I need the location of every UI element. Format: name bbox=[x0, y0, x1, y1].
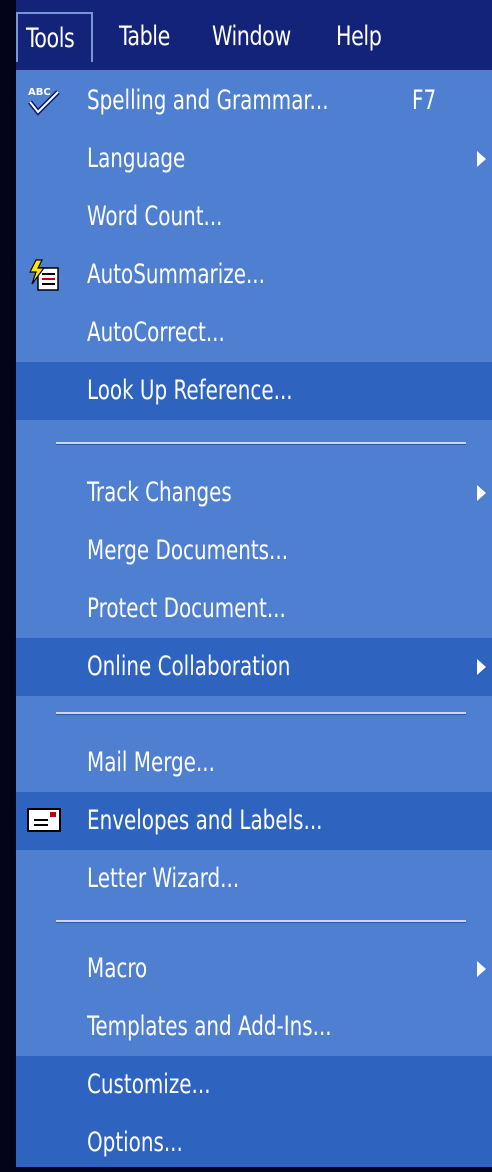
menu-separator bbox=[56, 712, 466, 715]
menu-tools[interactable]: Tools bbox=[16, 12, 93, 62]
left-window-edge bbox=[0, 0, 16, 1167]
envelope-icon bbox=[27, 808, 61, 832]
tools-dropdown-menu: ABC Spelling and Grammar... F7 Language … bbox=[16, 70, 492, 1167]
menu-item-merge-documents[interactable]: Merge Documents... bbox=[16, 522, 492, 580]
menu-item-label: AutoCorrect... bbox=[87, 317, 225, 348]
menu-item-language[interactable]: Language bbox=[16, 130, 492, 188]
submenu-arrow-icon bbox=[477, 151, 486, 167]
menu-item-word-count[interactable]: Word Count... bbox=[16, 188, 492, 246]
menu-item-label: Customize... bbox=[87, 1069, 211, 1100]
menu-item-label: Options... bbox=[87, 1127, 183, 1158]
menu-item-label: Language bbox=[87, 143, 186, 174]
menu-item-label: Merge Documents... bbox=[87, 535, 289, 566]
menu-item-label: Letter Wizard... bbox=[87, 863, 240, 894]
autosummarize-icon bbox=[29, 259, 59, 291]
menu-table[interactable]: Table bbox=[119, 12, 170, 62]
menu-item-online-collaboration[interactable]: Online Collaboration bbox=[16, 638, 492, 696]
menu-item-options[interactable]: Options... bbox=[16, 1114, 492, 1167]
menu-window[interactable]: Window bbox=[212, 12, 291, 62]
menu-item-templates-and-add-ins[interactable]: Templates and Add-Ins... bbox=[16, 998, 492, 1056]
menu-item-label: Online Collaboration bbox=[87, 651, 291, 682]
menu-item-envelopes-and-labels[interactable]: Envelopes and Labels... bbox=[16, 792, 492, 850]
menu-bar: Tools Table Window Help bbox=[16, 0, 492, 72]
menu-item-mail-merge[interactable]: Mail Merge... bbox=[16, 734, 492, 792]
menu-item-protect-document[interactable]: Protect Document... bbox=[16, 580, 492, 638]
menu-item-shortcut: F7 bbox=[412, 85, 437, 116]
menu-item-label: Macro bbox=[87, 953, 148, 984]
menu-item-label: Envelopes and Labels... bbox=[87, 805, 323, 836]
menu-item-customize[interactable]: Customize... bbox=[16, 1056, 492, 1114]
svg-text:ABC: ABC bbox=[28, 87, 51, 98]
menu-item-label: Protect Document... bbox=[87, 593, 286, 624]
menu-item-label: Track Changes bbox=[87, 477, 232, 508]
menu-item-track-changes[interactable]: Track Changes bbox=[16, 464, 492, 522]
menu-item-label: Mail Merge... bbox=[87, 747, 215, 778]
submenu-arrow-icon bbox=[477, 961, 486, 977]
menu-item-macro[interactable]: Macro bbox=[16, 940, 492, 998]
spelling-abc-check-icon: ABC bbox=[28, 87, 60, 116]
menu-item-label: Spelling and Grammar... bbox=[87, 85, 329, 116]
menu-tools-label: Tools bbox=[26, 23, 75, 54]
menu-separator bbox=[56, 920, 466, 923]
submenu-arrow-icon bbox=[477, 485, 486, 501]
menu-item-label: Look Up Reference... bbox=[87, 375, 293, 406]
menu-separator bbox=[56, 442, 466, 445]
menu-item-spelling-and-grammar[interactable]: ABC Spelling and Grammar... F7 bbox=[16, 72, 492, 130]
menu-item-label: Templates and Add-Ins... bbox=[87, 1011, 332, 1042]
menu-item-label: Word Count... bbox=[87, 201, 223, 232]
menu-item-letter-wizard[interactable]: Letter Wizard... bbox=[16, 850, 492, 908]
menu-item-autosummarize[interactable]: AutoSummarize... bbox=[16, 246, 492, 304]
submenu-arrow-icon bbox=[477, 659, 486, 675]
menu-help[interactable]: Help bbox=[336, 12, 382, 62]
menu-item-look-up-reference[interactable]: Look Up Reference... bbox=[16, 362, 492, 420]
menu-item-label: AutoSummarize... bbox=[87, 259, 265, 290]
menu-item-autocorrect[interactable]: AutoCorrect... bbox=[16, 304, 492, 362]
